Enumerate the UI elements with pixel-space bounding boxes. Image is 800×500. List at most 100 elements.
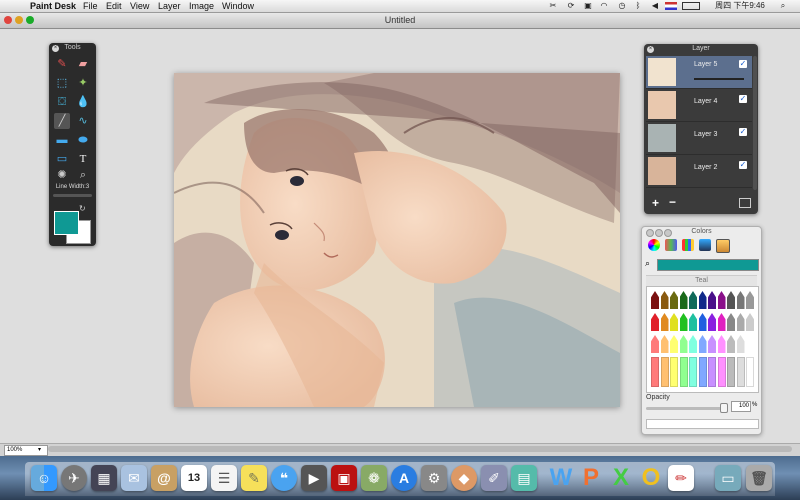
crayon-swatch[interactable]	[727, 313, 735, 331]
crayon-swatch[interactable]	[679, 291, 688, 309]
reminders-icon[interactable]: ☰	[211, 465, 237, 491]
wifi-icon[interactable]: ◠	[598, 1, 610, 11]
excel-icon[interactable]: X	[608, 465, 634, 491]
crayon-swatch[interactable]	[651, 357, 659, 387]
opacity-input[interactable]: 100	[731, 401, 751, 412]
crayon-swatch[interactable]	[679, 335, 688, 353]
crayon-swatch[interactable]	[708, 335, 716, 353]
crayon-swatch[interactable]	[689, 335, 697, 353]
finder-icon[interactable]: ☺	[31, 465, 57, 491]
custom-swatches[interactable]	[646, 419, 759, 429]
crayon-swatch[interactable]	[708, 357, 716, 387]
crayon-swatch[interactable]	[670, 313, 678, 331]
line-width-slider[interactable]	[53, 194, 92, 197]
downloads-folder-icon[interactable]: ▭	[715, 465, 741, 491]
crayon-swatch[interactable]	[736, 335, 745, 353]
layer-list-scrollbar[interactable]	[753, 56, 757, 190]
crayon-swatch[interactable]	[708, 313, 716, 331]
crayon-swatch[interactable]	[670, 357, 678, 387]
crayon-swatch[interactable]	[746, 357, 754, 387]
crayon-swatch[interactable]	[698, 313, 707, 331]
color-palettes-tab-icon[interactable]	[682, 239, 694, 251]
pixelmator-icon[interactable]: ✐	[481, 465, 507, 491]
swap-colors-icon[interactable]: ↻	[79, 204, 86, 213]
opacity-slider[interactable]	[646, 407, 726, 410]
marquee-select-icon[interactable]: ⬚	[54, 75, 70, 91]
menu-layer[interactable]: Layer	[158, 0, 181, 12]
eraser-icon[interactable]: ▰	[75, 56, 91, 72]
word-icon[interactable]: W	[548, 465, 574, 491]
crayon-swatch[interactable]	[670, 335, 678, 353]
volume-icon[interactable]: ◀	[650, 1, 660, 11]
dropper-icon[interactable]: 💧	[75, 94, 91, 110]
menu-window[interactable]: Window	[222, 0, 254, 12]
bluetooth-icon[interactable]: ᛒ	[633, 1, 643, 11]
paint-bucket-icon[interactable]: ⛋	[54, 94, 70, 110]
mail-icon[interactable]: ✉	[121, 465, 147, 491]
clock[interactable]: 周四 下午9:46	[705, 1, 775, 11]
selected-color-swatch[interactable]	[657, 259, 759, 271]
layer-opacity-slider[interactable]	[694, 78, 744, 80]
crayon-swatch[interactable]	[651, 291, 659, 309]
crayon-swatch[interactable]	[698, 291, 707, 309]
input-flag-icon[interactable]	[665, 2, 677, 10]
magnifier-icon[interactable]: ⌕	[645, 258, 650, 269]
messages-icon[interactable]: ❝	[271, 465, 297, 491]
trash-icon[interactable]: 🗑	[746, 465, 772, 491]
scissors-icon[interactable]: ✂	[548, 1, 558, 11]
crayon-swatch[interactable]	[736, 291, 745, 309]
crayon-swatch[interactable]	[679, 357, 688, 387]
layer-visibility-checkbox[interactable]: ✓	[739, 60, 747, 68]
crayon-swatch[interactable]	[698, 357, 707, 387]
crayon-swatch[interactable]	[736, 357, 745, 387]
text-tool-icon[interactable]: T	[75, 151, 91, 167]
crayon-swatch[interactable]	[717, 357, 726, 387]
color-sliders-tab-icon[interactable]	[665, 239, 677, 251]
crayon-swatch[interactable]	[746, 335, 754, 353]
menu-image[interactable]: Image	[189, 0, 214, 12]
crayon-swatch[interactable]	[660, 357, 669, 387]
crayon-swatch[interactable]	[651, 335, 659, 353]
crayon-swatch[interactable]	[727, 335, 735, 353]
line-tool-icon[interactable]: ╱	[54, 113, 70, 129]
crayon-swatch[interactable]	[746, 313, 754, 331]
menu-file[interactable]: File	[83, 0, 98, 12]
contacts-icon[interactable]: @	[151, 465, 177, 491]
crayon-swatch[interactable]	[717, 291, 726, 309]
crayon-swatch[interactable]	[651, 313, 659, 331]
airbrush-icon[interactable]: ✺	[54, 167, 70, 183]
ellipse-tool-icon[interactable]: ⬬	[75, 132, 91, 148]
crayons-tab-icon[interactable]	[716, 239, 730, 253]
chevron-down-icon[interactable]: ▾	[38, 446, 41, 453]
app-store-icon[interactable]: A	[391, 465, 417, 491]
crayon-swatch[interactable]	[746, 291, 754, 309]
crayon-swatch[interactable]	[727, 291, 735, 309]
zoom-select[interactable]: 100%	[4, 445, 48, 456]
image-palettes-tab-icon[interactable]	[699, 239, 711, 251]
crayon-swatch[interactable]	[736, 313, 745, 331]
crayon-swatch[interactable]	[698, 335, 707, 353]
system-preferences-icon[interactable]: ⚙	[421, 465, 447, 491]
magic-wand-icon[interactable]: ✦	[75, 75, 91, 91]
layer-visibility-checkbox[interactable]: ✓	[739, 95, 747, 103]
crayon-swatch[interactable]	[660, 313, 669, 331]
crayon-swatch[interactable]	[717, 335, 726, 353]
rounded-rect-tool-icon[interactable]: ▭	[54, 151, 70, 167]
layer-row-3[interactable]: Layer 3 ✓	[646, 122, 752, 155]
layer-row-5[interactable]: Layer 5 ✓	[646, 56, 752, 89]
spotlight-icon[interactable]: ⌕	[778, 1, 788, 11]
layer-row-4[interactable]: Layer 4 ✓	[646, 89, 752, 122]
remove-layer-button[interactable]: −	[669, 195, 676, 209]
crayon-swatch[interactable]	[689, 357, 697, 387]
drawing-canvas[interactable]	[174, 73, 620, 407]
layer-row-2[interactable]: Layer 2 ✓	[646, 155, 752, 188]
battery-icon[interactable]	[682, 2, 700, 10]
horizontal-scrollbar[interactable]	[48, 446, 792, 452]
time-machine-icon[interactable]: ◷	[617, 1, 627, 11]
photo-booth-icon[interactable]: ▣	[331, 465, 357, 491]
facetime-icon[interactable]: ▶	[301, 465, 327, 491]
iphoto-icon[interactable]: ❁	[361, 465, 387, 491]
sync-icon[interactable]: ⟳	[566, 1, 576, 11]
layer-visibility-checkbox[interactable]: ✓	[739, 128, 747, 136]
app-menu[interactable]: Paint Desk	[30, 0, 76, 12]
